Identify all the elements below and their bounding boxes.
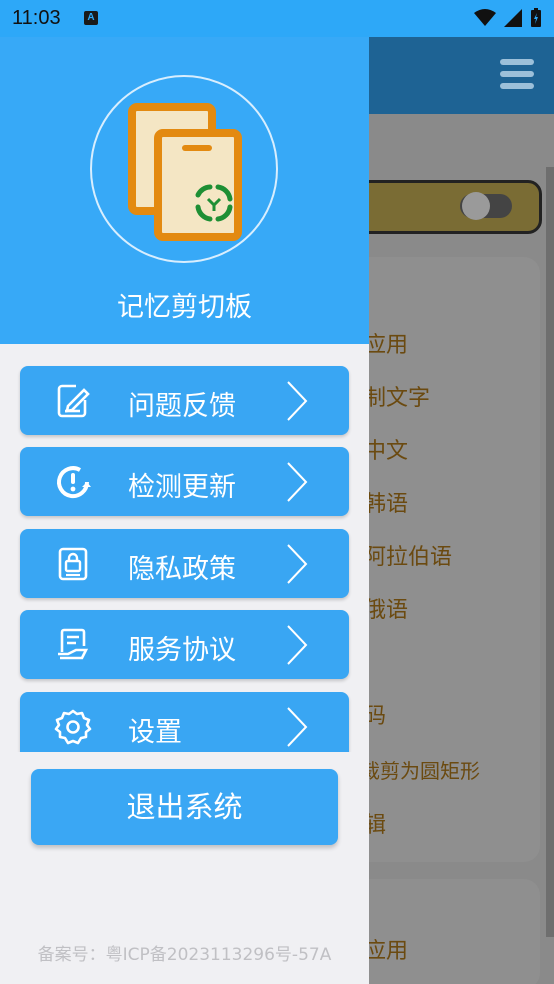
chevron-right-icon bbox=[287, 707, 308, 747]
check-update-label: 检测更新 bbox=[128, 472, 236, 503]
service-agreement-label: 服务协议 bbox=[128, 635, 236, 666]
status-time: 11:03 bbox=[12, 7, 61, 29]
privacy-policy-button[interactable]: 隐私政策 bbox=[20, 529, 349, 598]
check-update-button[interactable]: 检测更新 bbox=[20, 447, 349, 516]
bg-toggle-switch bbox=[460, 192, 512, 220]
update-check-icon bbox=[57, 466, 91, 499]
feedback-icon bbox=[57, 384, 90, 418]
chevron-right-icon bbox=[287, 625, 308, 665]
navigation-drawer: 记忆剪切板 问题反馈 检测更新 隐私政策 服务协议 设置 退出系统 备案号：粤I… bbox=[0, 37, 369, 984]
privacy-policy-label: 隐私政策 bbox=[128, 554, 236, 585]
signal-icon bbox=[504, 9, 522, 27]
settings-button[interactable]: 设置 bbox=[20, 692, 349, 752]
bg-scrollbar bbox=[546, 167, 554, 937]
status-bar: 11:03 A bbox=[0, 0, 554, 37]
notification-a-icon: A bbox=[84, 11, 98, 25]
system-icons bbox=[474, 8, 542, 28]
hamburger-menu-icon[interactable] bbox=[500, 59, 534, 91]
wifi-icon bbox=[474, 9, 496, 26]
settings-gear-icon bbox=[54, 709, 92, 745]
settings-label: 设置 bbox=[128, 717, 182, 748]
feedback-button[interactable]: 问题反馈 bbox=[20, 366, 349, 435]
service-agreement-button[interactable]: 服务协议 bbox=[20, 610, 349, 679]
battery-charging-icon bbox=[531, 8, 541, 27]
settings-clip-area: 设置 bbox=[0, 692, 369, 752]
drawer-header: 记忆剪切板 bbox=[0, 37, 369, 344]
clipboard-logo-icon bbox=[128, 103, 242, 241]
app-name: 记忆剪切板 bbox=[117, 292, 252, 323]
logout-button[interactable]: 退出系统 bbox=[31, 769, 338, 845]
chevron-right-icon bbox=[287, 462, 308, 502]
chevron-right-icon bbox=[287, 544, 308, 584]
icp-record: 备案号：粤ICP备2023113296号-57A bbox=[37, 945, 332, 965]
privacy-lock-icon bbox=[58, 547, 88, 581]
feedback-label: 问题反馈 bbox=[128, 391, 236, 422]
service-agreement-icon bbox=[58, 628, 89, 660]
chevron-right-icon bbox=[287, 381, 308, 421]
